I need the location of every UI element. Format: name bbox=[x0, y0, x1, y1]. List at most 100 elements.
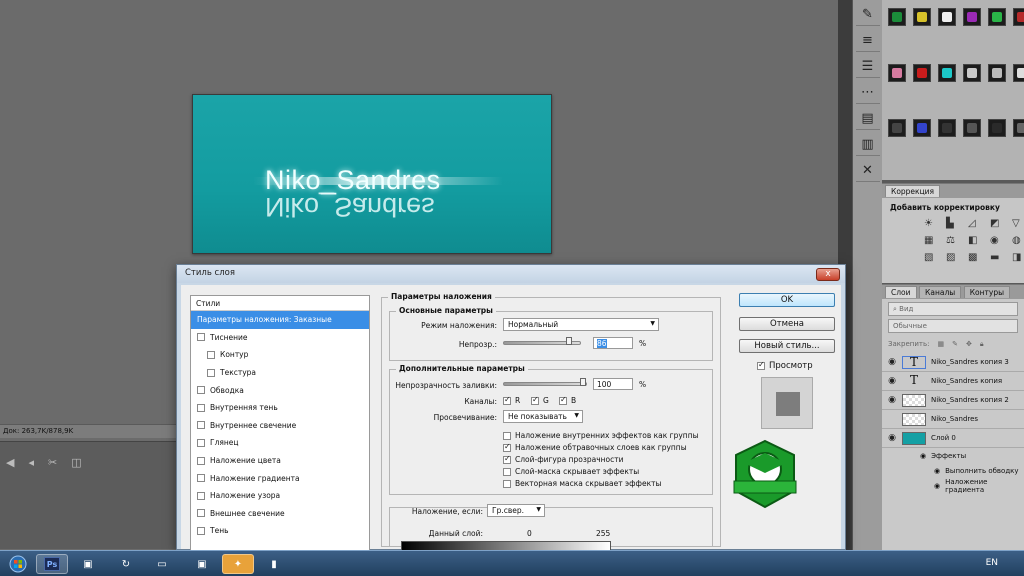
style-item-drop-shadow[interactable]: Тень bbox=[191, 522, 369, 540]
bw-icon[interactable]: ◧ bbox=[968, 235, 986, 246]
adjust-sliders-icon[interactable]: ≡ bbox=[855, 30, 880, 52]
selective-color-icon[interactable]: ◨ bbox=[1012, 252, 1024, 263]
checkbox[interactable] bbox=[503, 479, 511, 488]
tab-layers[interactable]: Слои bbox=[885, 286, 917, 298]
style-item-texture[interactable]: Текстура bbox=[191, 364, 369, 382]
checkbox[interactable] bbox=[503, 467, 511, 476]
style-swatch[interactable] bbox=[938, 63, 956, 82]
blend-mode-select[interactable]: Нормальный bbox=[503, 318, 659, 331]
opacity-input[interactable]: 86 bbox=[593, 337, 633, 349]
eye-icon[interactable]: ◉ bbox=[882, 357, 902, 367]
style-item-pattern-overlay[interactable]: Наложение узора bbox=[191, 487, 369, 505]
style-swatch[interactable] bbox=[988, 63, 1006, 82]
opacity-slider-knob[interactable] bbox=[566, 337, 573, 345]
checkbox[interactable] bbox=[197, 438, 205, 447]
lock-pixels-icon[interactable]: ▦ bbox=[937, 340, 944, 349]
style-swatch[interactable] bbox=[963, 63, 981, 82]
style-item-blending-options[interactable]: Параметры наложения: Заказные bbox=[191, 311, 369, 329]
notes-icon[interactable]: ▥ bbox=[855, 134, 880, 156]
checkbox[interactable] bbox=[503, 442, 511, 452]
style-swatch[interactable] bbox=[888, 63, 906, 82]
channel-r[interactable]: R bbox=[503, 395, 520, 405]
balance-icon[interactable]: ⚖ bbox=[946, 235, 964, 246]
curves-icon[interactable]: ◿ bbox=[968, 218, 986, 229]
styles-header[interactable]: Стили bbox=[191, 296, 369, 311]
style-item-stroke[interactable]: Обводка bbox=[191, 381, 369, 399]
channel-b[interactable]: B bbox=[559, 395, 576, 405]
layer-row[interactable]: ◉ T Niko_Sandres копия bbox=[882, 372, 1024, 391]
style-swatch[interactable] bbox=[1013, 119, 1024, 138]
checkbox[interactable] bbox=[503, 395, 511, 405]
fill-opacity-input[interactable]: 100 bbox=[593, 378, 633, 390]
fill-slider-knob[interactable] bbox=[580, 378, 586, 386]
style-swatch[interactable] bbox=[1013, 63, 1024, 82]
style-swatch[interactable] bbox=[888, 119, 906, 138]
option-layer-mask-hides[interactable]: Слой-маска скрывает эффекты bbox=[503, 467, 639, 476]
style-swatch[interactable] bbox=[938, 119, 956, 138]
layer-blend-mode[interactable]: Обычные bbox=[888, 319, 1018, 333]
taskbar-app-6[interactable]: ✦ bbox=[222, 554, 254, 574]
triangle-icon[interactable]: ▽ bbox=[1012, 218, 1024, 229]
layer-row[interactable]: ◉ T Niko_Sandres копия 3 bbox=[882, 353, 1024, 372]
style-item-outer-glow[interactable]: Внешнее свечение bbox=[191, 505, 369, 523]
option-clipped-layers[interactable]: Наложение обтравочных слоев как группы bbox=[503, 442, 687, 452]
gradient-map-icon[interactable]: ▬ bbox=[990, 252, 1008, 263]
sliders-icon[interactable]: ☰ bbox=[855, 56, 880, 78]
channel-g[interactable]: G bbox=[531, 395, 549, 405]
style-item-inner-shadow[interactable]: Внутренняя тень bbox=[191, 399, 369, 417]
opacity-slider[interactable] bbox=[503, 337, 581, 345]
knockout-select[interactable]: Не показывать bbox=[503, 410, 583, 423]
cancel-button[interactable]: Отмена bbox=[739, 317, 835, 331]
checkbox[interactable] bbox=[197, 474, 205, 483]
mixer-icon[interactable]: ◍ bbox=[1012, 235, 1024, 246]
layer-row[interactable]: Niko_Sandres bbox=[882, 410, 1024, 429]
layer-kind-filter[interactable]: ⌕ Вид bbox=[888, 302, 1018, 316]
transition-icon[interactable]: ◫ bbox=[71, 456, 81, 469]
checkbox[interactable] bbox=[197, 509, 205, 518]
layer-row[interactable]: ◉ Слой 0 bbox=[882, 429, 1024, 448]
style-item-contour[interactable]: Контур bbox=[191, 346, 369, 364]
document-canvas[interactable]: Niko_Sandres Niko_Sandres bbox=[192, 94, 552, 254]
style-swatch[interactable] bbox=[1013, 8, 1024, 26]
brightness-icon[interactable]: ☀ bbox=[924, 218, 942, 229]
option-vector-mask-hides[interactable]: Векторная маска скрывает эффекты bbox=[503, 479, 661, 488]
ellipsis-icon[interactable]: ⋯ bbox=[855, 82, 880, 104]
checkbox[interactable] bbox=[757, 360, 765, 370]
eye-icon[interactable]: ◉ bbox=[934, 467, 940, 475]
checkbox[interactable] bbox=[197, 456, 205, 465]
checkbox[interactable] bbox=[503, 431, 511, 440]
layer-row[interactable]: ◉ Niko_Sandres копия 2 bbox=[882, 391, 1024, 410]
threshold-icon[interactable]: ▩ bbox=[968, 252, 986, 263]
checkbox[interactable] bbox=[207, 350, 215, 359]
style-swatch[interactable] bbox=[913, 8, 931, 26]
checkbox[interactable] bbox=[531, 395, 539, 405]
style-item-satin[interactable]: Глянец bbox=[191, 434, 369, 452]
lock-brush-icon[interactable]: ✎ bbox=[952, 340, 958, 349]
preview-toggle[interactable]: Просмотр bbox=[757, 360, 813, 371]
photo-filter-icon[interactable]: ◉ bbox=[990, 235, 1008, 246]
eye-icon[interactable]: ◉ bbox=[882, 433, 902, 443]
checkbox[interactable] bbox=[197, 491, 205, 500]
style-item-inner-glow[interactable]: Внутреннее свечение bbox=[191, 417, 369, 435]
language-indicator[interactable]: EN bbox=[986, 558, 998, 568]
style-swatch[interactable] bbox=[988, 8, 1006, 26]
play-back-icon[interactable]: ◀ bbox=[6, 456, 14, 469]
option-internal-effects[interactable]: Наложение внутренних эффектов как группы bbox=[503, 431, 699, 440]
checkbox[interactable] bbox=[197, 403, 205, 412]
exposure-icon[interactable]: ◩ bbox=[990, 218, 1008, 229]
effects-row[interactable]: ◉ Эффекты bbox=[882, 448, 1024, 463]
style-swatch[interactable] bbox=[913, 119, 931, 138]
option-transparency-shapes[interactable]: Слой-фигура прозрачности bbox=[503, 454, 624, 464]
fill-opacity-slider[interactable] bbox=[503, 378, 587, 386]
taskbar-photoshop[interactable]: Ps bbox=[36, 554, 68, 574]
new-style-button[interactable]: Новый стиль... bbox=[739, 339, 835, 353]
tab-paths[interactable]: Контуры bbox=[963, 286, 1011, 298]
eye-icon[interactable]: ◉ bbox=[934, 482, 940, 490]
style-swatch[interactable] bbox=[988, 119, 1006, 138]
style-item-bevel[interactable]: Тиснение bbox=[191, 329, 369, 347]
checkbox[interactable] bbox=[197, 333, 205, 342]
posterize-icon[interactable]: ▨ bbox=[946, 252, 964, 263]
document-icon[interactable]: ▤ bbox=[855, 108, 880, 130]
taskbar-app-3[interactable]: ↻ bbox=[110, 554, 142, 574]
style-swatch[interactable] bbox=[963, 119, 981, 138]
